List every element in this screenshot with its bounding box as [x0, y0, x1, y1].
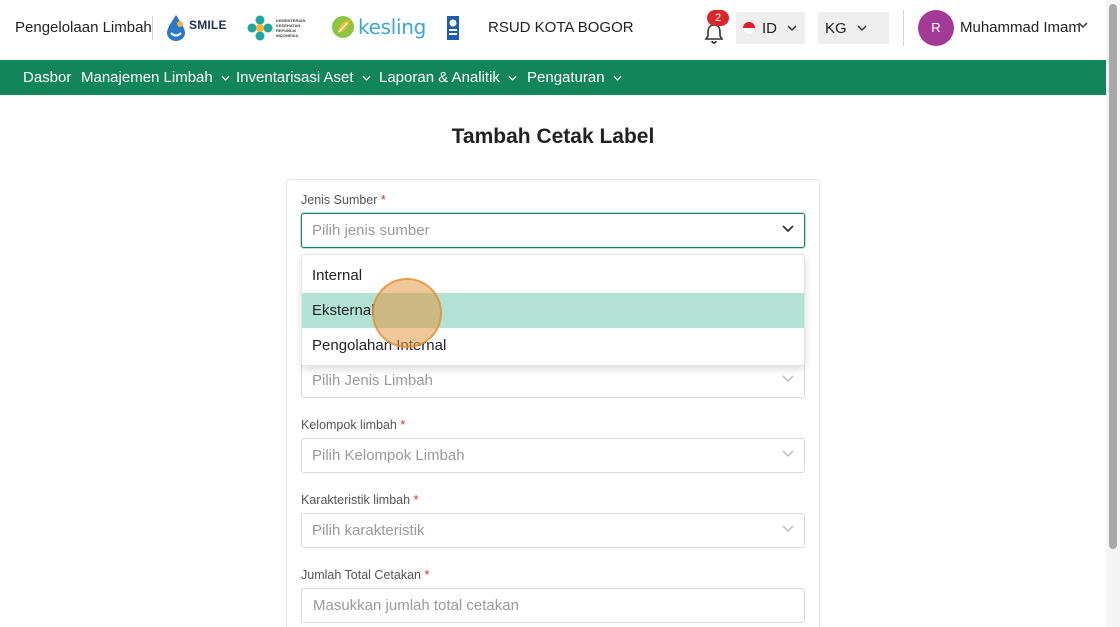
header-divider [903, 10, 904, 46]
header-divider [152, 16, 153, 40]
user-avatar[interactable]: R [918, 10, 954, 46]
nav-item-label: Laporan & Analitik [379, 69, 500, 86]
nav-item-label: Manajemen Limbah [81, 69, 213, 86]
smile-logo-text: SMILE [189, 18, 227, 32]
chevron-down-icon [782, 525, 794, 533]
kesling-leaf-icon [332, 16, 354, 38]
chevron-down-icon [787, 25, 797, 31]
kemenkes-line-4: INDONESIA [276, 33, 299, 38]
waste-type-select[interactable]: Pilih Jenis Limbah [301, 363, 805, 398]
language-value: ID [762, 19, 777, 37]
source-type-label: Jenis Sumber * [301, 193, 386, 207]
main-navbar: Dasbor Manajemen Limbah Inventarisasi As… [0, 60, 1106, 95]
nav-item-inventarisasi-aset[interactable]: Inventarisasi Aset [236, 60, 371, 95]
nav-item-pengaturan[interactable]: Pengaturan [527, 60, 622, 95]
nav-item-laporan-analitik[interactable]: Laporan & Analitik [379, 60, 517, 95]
kemenkes-logo: KEMENTERIAN KESEHATAN REPUBLIK INDONESIA [247, 15, 305, 41]
waste-group-placeholder: Pilih Kelompok Limbah [312, 447, 465, 464]
nav-item-label: Dasbor [23, 69, 72, 86]
required-mark: * [413, 493, 419, 507]
dropdown-option-eksternal[interactable]: Eksternal [302, 293, 804, 328]
source-type-select[interactable]: Pilih jenis sumber [301, 213, 805, 248]
indonesia-flag-icon [742, 21, 756, 35]
chevron-down-icon [782, 225, 794, 233]
total-prints-label: Jumlah Total Cetakan * [301, 568, 429, 582]
source-type-label-text: Jenis Sumber [301, 193, 378, 207]
notification-count-badge: 2 [707, 10, 729, 26]
characteristic-placeholder: Pilih karakteristik [312, 522, 425, 539]
hospital-name: RSUD KOTA BOGOR [488, 19, 634, 36]
unit-selector[interactable]: KG [818, 12, 889, 44]
app-title: Pengelolaan Limbah [15, 19, 152, 36]
waste-group-label-text: Kelompok limbah [301, 418, 397, 432]
total-prints-label-text: Jumlah Total Cetakan [301, 568, 421, 582]
nav-item-label: Pengaturan [527, 69, 605, 86]
user-name[interactable]: Muhammad Imam [960, 19, 1081, 36]
required-mark: * [380, 193, 386, 207]
top-header: Pengelolaan Limbah SMILE KEMENTERIAN KES… [0, 0, 1106, 60]
kesling-logo-text: kesling [358, 15, 426, 39]
chevron-down-icon [508, 75, 517, 81]
institution-emblem [447, 16, 459, 40]
institution-emblem-icon [447, 16, 459, 40]
unit-value: KG [825, 19, 847, 37]
page-title: Tambah Cetak Label [451, 125, 655, 148]
nav-item-manajemen-limbah[interactable]: Manajemen Limbah [81, 60, 230, 95]
source-type-placeholder: Pilih jenis sumber [312, 222, 430, 239]
chevron-down-icon [782, 450, 794, 458]
dropdown-option-pengolahan-internal[interactable]: Pengolahan Internal [302, 328, 804, 363]
kesling-logo: kesling [331, 14, 426, 40]
kemenkes-emblem-icon [247, 15, 273, 41]
total-prints-input[interactable] [301, 588, 805, 623]
characteristic-label: Karakteristik limbah * [301, 493, 418, 507]
notifications-button[interactable]: 2 [700, 10, 730, 44]
waste-group-label: Kelompok limbah * [301, 418, 405, 432]
smile-drop-icon [167, 15, 185, 41]
language-selector[interactable]: ID [736, 12, 805, 44]
nav-item-label: Inventarisasi Aset [236, 69, 354, 86]
smile-logo: SMILE [165, 14, 227, 42]
required-mark: * [424, 568, 430, 582]
waste-type-placeholder: Pilih Jenis Limbah [312, 372, 433, 389]
chevron-down-icon [613, 75, 622, 81]
page-scrollbar-thumb[interactable] [1109, 4, 1117, 549]
dropdown-option-internal[interactable]: Internal [302, 258, 804, 293]
characteristic-select[interactable]: Pilih karakteristik [301, 513, 805, 548]
characteristic-label-text: Karakteristik limbah [301, 493, 411, 507]
user-menu-chevron-icon[interactable] [1078, 22, 1088, 28]
chevron-down-icon [857, 25, 867, 31]
nav-item-dasbor[interactable]: Dasbor [23, 60, 71, 95]
required-mark: * [400, 418, 406, 432]
chevron-down-icon [362, 75, 371, 81]
waste-group-select[interactable]: Pilih Kelompok Limbah [301, 438, 805, 473]
chevron-down-icon [221, 75, 230, 81]
source-type-dropdown: Internal Eksternal Pengolahan Internal [301, 254, 805, 366]
chevron-down-icon [782, 375, 794, 383]
